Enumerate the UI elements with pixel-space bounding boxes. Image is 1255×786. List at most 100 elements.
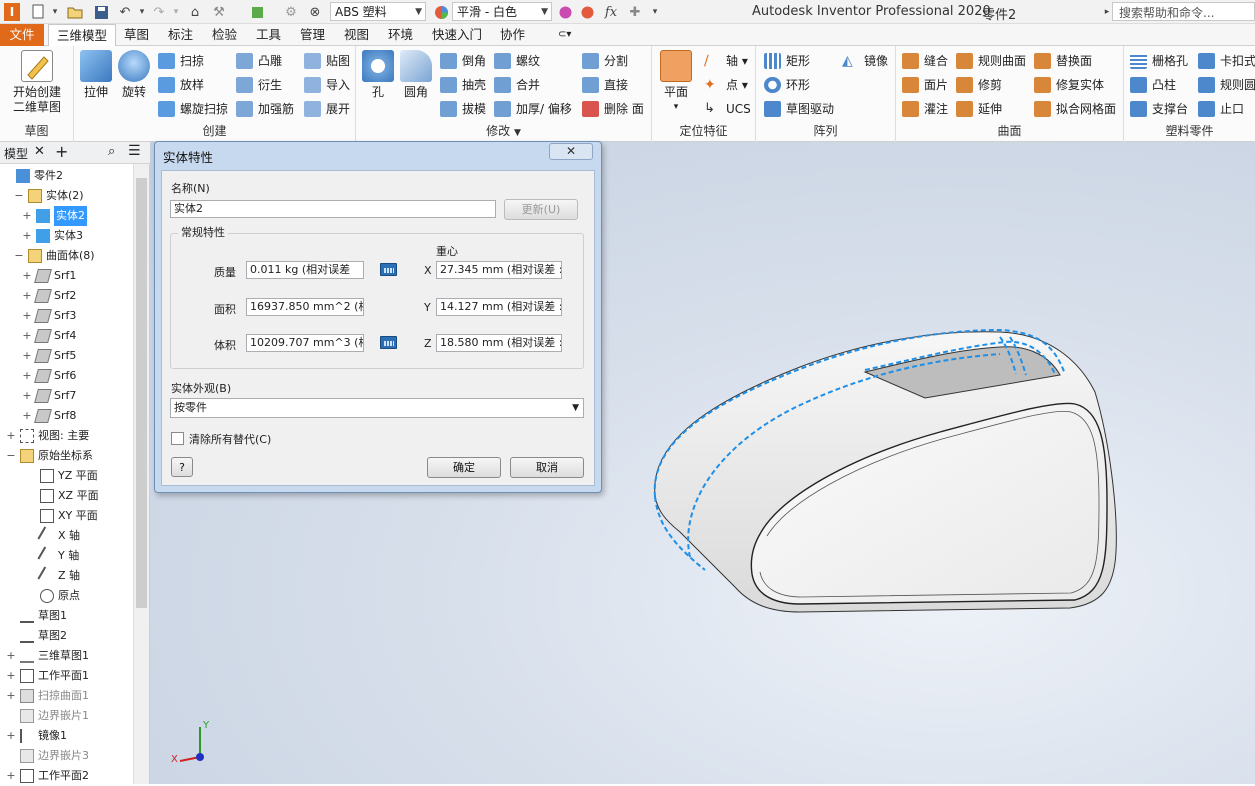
tree-item[interactable]: 零件2 [0, 166, 132, 186]
direct-button[interactable]: 直接 [582, 75, 628, 95]
scrollbar-thumb[interactable] [136, 178, 147, 608]
group-modify-label[interactable]: 修改 ▼ [356, 122, 651, 139]
dialog-close-button[interactable]: ✕ [549, 143, 593, 160]
trim-button[interactable]: 修剪 [956, 75, 1002, 95]
expand-icon[interactable]: + [22, 346, 32, 366]
add-icon[interactable]: + [55, 142, 68, 161]
tab-get-started[interactable]: 快速入门 [424, 24, 490, 46]
sweep-button[interactable]: 扫掠 [158, 51, 204, 71]
new-dropdown-icon[interactable]: ▾ [46, 3, 64, 21]
decal-button[interactable]: 贴图 [304, 51, 350, 71]
body-appearance-select[interactable]: 按零件 ▼ [170, 398, 584, 418]
update-icon[interactable] [248, 3, 266, 21]
tab-manage[interactable]: 管理 [292, 24, 333, 46]
coil-button[interactable]: 螺旋扫掠 [158, 99, 228, 119]
expand-icon[interactable]: + [22, 286, 32, 306]
expand-icon[interactable]: + [6, 426, 16, 446]
home-icon[interactable]: ⌂ [186, 3, 204, 21]
tab-file[interactable]: 文件 [0, 24, 44, 46]
combine-button[interactable]: 合并 [494, 75, 540, 95]
tree-item[interactable]: XY 平面 [0, 506, 132, 526]
ucs-button[interactable]: ↳ UCS [704, 99, 751, 119]
mass-value[interactable]: 0.011 kg (相对误差 [246, 261, 364, 279]
redo-icon[interactable]: ↷ [150, 3, 168, 21]
import-button[interactable]: 导入 [304, 75, 350, 95]
name-input[interactable]: 实体2 [170, 200, 496, 218]
tree-item[interactable]: + 工作平面1 [0, 666, 132, 686]
expand-icon[interactable]: + [6, 726, 16, 746]
derive-button[interactable]: 衍生 [236, 75, 282, 95]
menu-icon[interactable]: ☰ [128, 143, 141, 159]
sketch-driven-pattern-button[interactable]: 草图驱动 [764, 99, 834, 119]
tree-item[interactable]: 边界嵌片1 [0, 706, 132, 726]
tree-item[interactable]: YZ 平面 [0, 466, 132, 486]
undo-icon[interactable]: ↶ [116, 3, 134, 21]
tree-item[interactable]: + 视图: 主要 [0, 426, 132, 446]
tree-item[interactable]: − 原始坐标系 [0, 446, 132, 466]
fillet-button[interactable]: 圆角 [398, 50, 434, 100]
draft-button[interactable]: 拔模 [440, 99, 486, 119]
expand-icon[interactable]: + [22, 226, 32, 246]
snap-fit-button[interactable]: 卡扣式 [1198, 51, 1255, 71]
tree-item[interactable]: + Srf7 [0, 386, 132, 406]
tree-item[interactable]: + Srf6 [0, 366, 132, 386]
rib-button[interactable]: 加强筋 [236, 99, 294, 119]
chamfer-button[interactable]: 倒角 [440, 51, 486, 71]
tree-item[interactable]: 草图2 [0, 626, 132, 646]
expand-icon[interactable]: + [22, 206, 32, 226]
grill-button[interactable]: 栅格孔 [1130, 51, 1188, 71]
boss-button[interactable]: 凸柱 [1130, 75, 1176, 95]
work-axis-button[interactable]: ∕ 轴 ▾ [704, 51, 748, 71]
redo-dropdown-icon[interactable]: ▾ [167, 3, 185, 21]
customize-dropdown-icon[interactable]: ▾ [646, 3, 664, 21]
fx-parameters-icon[interactable]: fx [602, 3, 620, 21]
split-button[interactable]: 分割 [582, 51, 628, 71]
expand-icon[interactable]: + [22, 306, 32, 326]
loft-button[interactable]: 放样 [158, 75, 204, 95]
cancel-button[interactable]: 取消 [510, 457, 584, 478]
collapse-icon[interactable]: − [6, 446, 16, 466]
centroid-y-value[interactable]: 14.127 mm (相对误差 : [436, 298, 562, 316]
ribbon-options-icon[interactable]: ⊂▾ [550, 24, 579, 46]
update-button[interactable]: 更新(U) [504, 199, 578, 220]
save-icon[interactable] [92, 3, 110, 21]
tab-environments[interactable]: 环境 [380, 24, 421, 46]
appearance-icon[interactable] [432, 3, 450, 21]
add-icon[interactable]: ✚ [626, 3, 644, 21]
tab-model[interactable]: 模型 [4, 145, 28, 162]
tree-item[interactable]: + Srf8 [0, 406, 132, 426]
measure-icon[interactable]: ⚙ [282, 3, 300, 21]
expand-icon[interactable]: + [6, 686, 16, 706]
expand-icon[interactable]: + [22, 326, 32, 346]
appearance-select[interactable]: 平滑 - 白色 ▼ [452, 2, 552, 21]
centroid-x-value[interactable]: 27.345 mm (相对误差 : [436, 261, 562, 279]
delete-face-button[interactable]: 删除 面 [582, 99, 644, 119]
browser-scrollbar[interactable] [133, 164, 149, 784]
tree-item[interactable]: 草图1 [0, 606, 132, 626]
tree-item[interactable]: − 实体(2) [0, 186, 132, 206]
tree-item[interactable]: X 轴 [0, 526, 132, 546]
rest-button[interactable]: 支撑台 [1130, 99, 1188, 119]
close-icon[interactable]: ✕ [34, 144, 45, 159]
extend-button[interactable]: 延伸 [956, 99, 1002, 119]
circ-pattern-button[interactable]: 环形 [764, 75, 810, 95]
hole-button[interactable]: 孔 [360, 50, 396, 100]
centroid-z-value[interactable]: 18.580 mm (相对误差 : [436, 334, 562, 352]
expand-icon[interactable]: + [22, 386, 32, 406]
calculator-icon[interactable] [380, 263, 397, 276]
clear-appearance-icon[interactable] [578, 3, 596, 21]
undo-dropdown-icon[interactable]: ▾ [133, 3, 151, 21]
mirror-button[interactable]: ◭ 镜像 [842, 51, 888, 71]
patch-button[interactable]: 面片 [902, 75, 948, 95]
tree-item[interactable]: + 实体3 [0, 226, 132, 246]
calculator-icon[interactable] [380, 336, 397, 349]
tree-item[interactable]: Y 轴 [0, 546, 132, 566]
tab-collaborate[interactable]: 协作 [492, 24, 533, 46]
start-2d-sketch-button[interactable]: 开始创建 二维草图 [6, 50, 68, 115]
tree-item[interactable]: + 扫掠曲面1 [0, 686, 132, 706]
tree-item[interactable]: 原点 [0, 586, 132, 606]
collapse-icon[interactable]: − [14, 186, 24, 206]
repair-bodies-button[interactable]: 修复实体 [1034, 75, 1104, 95]
area-value[interactable]: 16937.850 mm^2 (相对 [246, 298, 364, 316]
expand-icon[interactable]: + [22, 266, 32, 286]
